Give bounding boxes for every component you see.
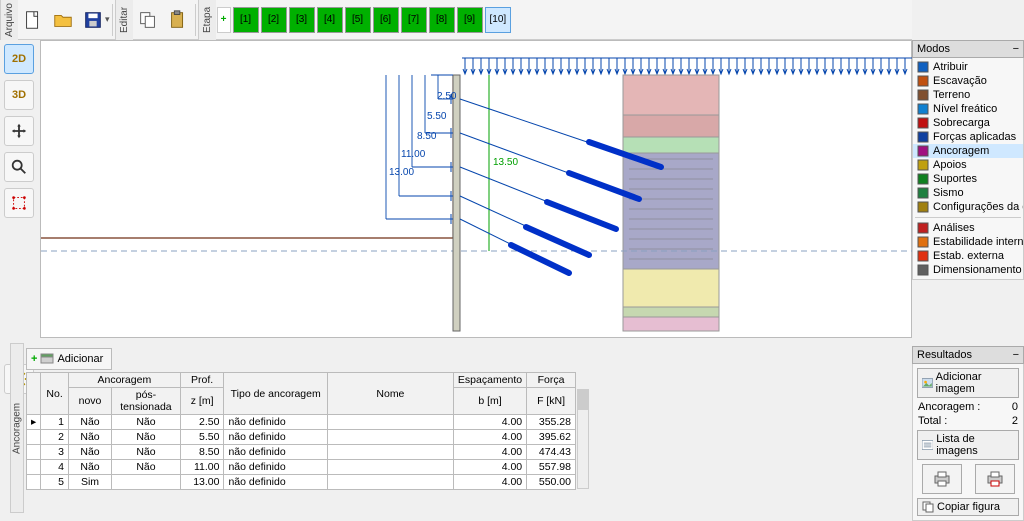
view-2d-button[interactable]: 2D (4, 44, 34, 74)
mode-item-estab-externa[interactable]: Estab. externa (913, 249, 1023, 263)
view-3d-button[interactable]: 3D (4, 80, 34, 110)
resultados-header[interactable]: Resultados− (912, 346, 1024, 364)
mode-item-ancoragem[interactable]: Ancoragem (913, 144, 1023, 158)
add-image-button[interactable]: Adicionar imagem (917, 368, 1019, 398)
stage-tab-9[interactable]: [9] (457, 7, 483, 33)
res-total-value: 2 (1012, 415, 1018, 427)
mode-item-apoios[interactable]: Apoios (913, 158, 1023, 172)
mode-item-atribuir[interactable]: Atribuir (913, 60, 1023, 74)
mode-item-suportes[interactable]: Suportes (913, 172, 1023, 186)
mode-item-terreno[interactable]: Terreno (913, 88, 1023, 102)
table-row[interactable]: 5Sim13.00não definido4.00550.00 (27, 475, 576, 490)
mode-item-dimensionamento[interactable]: Dimensionamento (913, 263, 1023, 277)
mode-item-for-as-aplicadas[interactable]: Forças aplicadas (913, 130, 1023, 144)
stage-tab-10[interactable]: [10] (485, 7, 512, 33)
zoom-button[interactable] (4, 152, 34, 182)
stage-tab-2[interactable]: [2] (261, 7, 287, 33)
open-file-button[interactable] (49, 4, 77, 36)
copy-button[interactable] (134, 4, 162, 36)
image-list-button[interactable]: Lista de imagens (917, 430, 1019, 460)
arquivo-tab[interactable]: Arquivo (0, 0, 18, 40)
mode-item-estabilidade-interna[interactable]: Estabilidade interna (913, 235, 1023, 249)
dim-4: 11.00 (401, 149, 425, 160)
print-button[interactable] (922, 464, 962, 494)
save-button[interactable] (79, 4, 107, 36)
table-row[interactable]: 2NãoNão5.50não definido4.00395.62 (27, 430, 576, 445)
table-row[interactable]: 3NãoNão8.50não definido4.00474.43 (27, 445, 576, 460)
etapa-tab[interactable]: Etapa (198, 0, 216, 40)
collapse-icon[interactable]: − (1013, 349, 1019, 361)
stage-tab-1[interactable]: [1] (233, 7, 259, 33)
res-anc-label: Ancoragem : (918, 401, 980, 413)
res-total-label: Total : (918, 415, 947, 427)
dim-1: 2.50 (437, 91, 456, 102)
stage-tab-7[interactable]: [7] (401, 7, 427, 33)
top-toolbar: Arquivo ▾ Editar Etapa + [1][2][3][4][5]… (0, 0, 912, 40)
left-icon-bar: 2D 3D (2, 44, 36, 394)
table-scrollbar[interactable] (577, 389, 589, 489)
mode-item-escava-o[interactable]: Escavação (913, 74, 1023, 88)
dim-2: 5.50 (427, 111, 446, 122)
paste-button[interactable] (164, 4, 192, 36)
stage-tab-3[interactable]: [3] (289, 7, 315, 33)
dim-5: 13.00 (389, 167, 414, 178)
table-row[interactable]: ▸1NãoNão2.50não definido4.00355.28 (27, 415, 576, 430)
ancoragem-side-tab[interactable]: Ancoragem (10, 343, 24, 513)
pan-button[interactable] (4, 116, 34, 146)
mode-item-an-lises[interactable]: Análises (913, 221, 1023, 235)
right-column: Modos− AtribuirEscavaçãoTerrenoNível fre… (912, 40, 1024, 521)
mode-item-configura-es-da-etapa[interactable]: Configurações da etapa (913, 200, 1023, 214)
drawing-canvas[interactable]: 2.50 5.50 8.50 11.00 13.00 13.50 (40, 40, 912, 338)
editar-tab[interactable]: Editar (115, 0, 133, 40)
dim-3: 8.50 (417, 131, 436, 142)
stage-add-button[interactable]: + (217, 7, 231, 33)
mode-item-n-vel-fre-tico[interactable]: Nível freático (913, 102, 1023, 116)
modos-header[interactable]: Modos− (912, 40, 1024, 58)
print-color-button[interactable] (975, 464, 1015, 494)
copy-figure-button[interactable]: Copiar figura (917, 498, 1019, 516)
mode-item-sobrecarga[interactable]: Sobrecarga (913, 116, 1023, 130)
dim-6: 13.50 (493, 157, 518, 168)
resultados-panel: Adicionar imagem Ancoragem : 0 Total : 2 L… (912, 364, 1024, 521)
stage-tab-6[interactable]: [6] (373, 7, 399, 33)
bottom-pane: Ancoragem + Adicionar No. Ancoragem Prof… (10, 343, 912, 515)
mode-item-sismo[interactable]: Sismo (913, 186, 1023, 200)
modos-panel: AtribuirEscavaçãoTerrenoNível freáticoSo… (912, 58, 1024, 280)
add-anchor-button[interactable]: + Adicionar (26, 348, 112, 370)
stage-tab-5[interactable]: [5] (345, 7, 371, 33)
collapse-icon[interactable]: − (1013, 43, 1019, 55)
anchors-table[interactable]: No. Ancoragem Prof. Tipo de ancoragem No… (26, 372, 576, 490)
stage-tab-8[interactable]: [8] (429, 7, 455, 33)
stage-tab-4[interactable]: [4] (317, 7, 343, 33)
res-anc-value: 0 (1012, 401, 1018, 413)
table-row[interactable]: 4NãoNão11.00não definido4.00557.98 (27, 460, 576, 475)
extents-button[interactable] (4, 188, 34, 218)
new-file-button[interactable] (19, 4, 47, 36)
